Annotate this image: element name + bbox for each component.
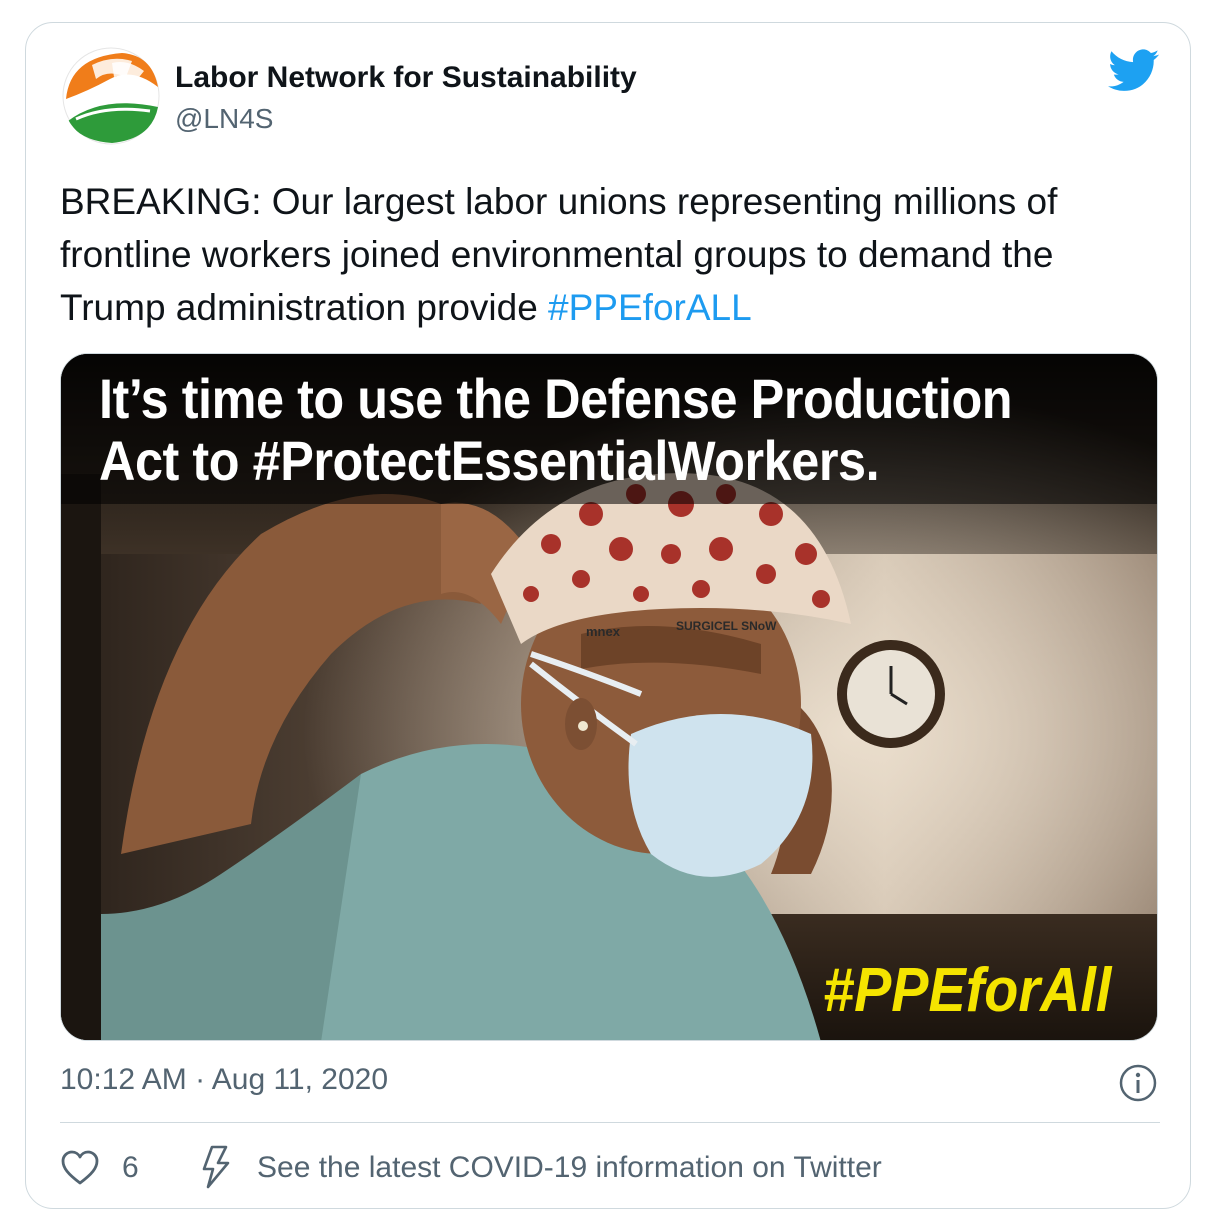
- avatar[interactable]: [62, 47, 160, 145]
- ln4s-logo-icon: [62, 47, 160, 145]
- tweet-timestamp[interactable]: 10:12 AM · Aug 11, 2020: [60, 1063, 388, 1097]
- heart-icon[interactable]: [60, 1149, 100, 1187]
- info-icon[interactable]: [1118, 1063, 1158, 1103]
- tweet-text: BREAKING: Our largest labor unions repre…: [60, 175, 1160, 334]
- media-headline-line1: It’s time to use the Defense Production: [99, 367, 1013, 430]
- twitter-bird-icon[interactable]: [1108, 49, 1160, 93]
- author-handle[interactable]: @LN4S: [175, 103, 273, 135]
- cap-product-text: SURGICEL SNoW: [676, 619, 777, 633]
- tweet-card: Labor Network for Sustainability @LN4S B…: [25, 22, 1191, 1209]
- media-hashtag: #PPEforAll: [822, 956, 1111, 1025]
- covid-info-link[interactable]: See the latest COVID-19 information on T…: [257, 1151, 882, 1185]
- lightning-bolt-icon: [202, 1145, 230, 1189]
- tweet-media-image[interactable]: mnex SURGICEL SNoW It’s time to use the …: [60, 353, 1158, 1041]
- divider: [60, 1122, 1160, 1123]
- author-display-name[interactable]: Labor Network for Sustainability: [175, 61, 637, 95]
- media-headline: It’s time to use the Defense Production …: [99, 368, 1035, 492]
- tweet-hashtag-link[interactable]: #PPEforALL: [548, 287, 752, 328]
- like-count: 6: [122, 1151, 139, 1184]
- cap-brand-text: mnex: [586, 624, 621, 639]
- media-headline-line2: Act to #ProtectEssentialWorkers.: [99, 429, 880, 492]
